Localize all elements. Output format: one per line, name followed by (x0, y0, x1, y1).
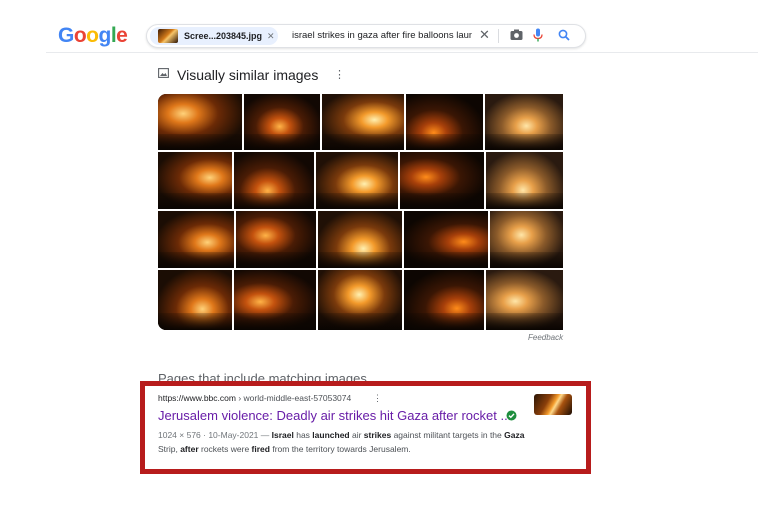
result-url[interactable]: https://www.bbc.com › world-middle-east-… (158, 393, 351, 404)
skyline-silhouette (244, 134, 320, 150)
result-more-icon[interactable]: ⋮ (373, 393, 382, 404)
snippet-fragment: strikes (363, 430, 392, 440)
skyline-silhouette (322, 134, 404, 150)
logo-letter: o (73, 24, 87, 47)
section-title-similar: Visually similar images (177, 67, 319, 83)
similar-image-tile[interactable] (318, 211, 402, 268)
logo-letter: G (58, 24, 74, 47)
skyline-silhouette (486, 313, 563, 330)
similar-image-tile[interactable] (158, 270, 232, 330)
similar-image-tile[interactable] (318, 270, 402, 330)
image-query-chip[interactable]: Scree...203845.jpg ✕ (150, 27, 278, 45)
skyline-silhouette (158, 252, 234, 268)
similar-image-tile[interactable] (158, 152, 232, 209)
similar-image-tile[interactable] (486, 270, 563, 330)
skyline-silhouette (485, 134, 563, 150)
skyline-silhouette (406, 134, 483, 150)
similar-image-tile[interactable] (322, 94, 404, 150)
similar-image-tile[interactable] (158, 94, 242, 150)
logo-letter: e (116, 24, 128, 47)
similar-image-tile[interactable] (158, 211, 234, 268)
similar-image-tile[interactable] (400, 152, 484, 209)
skyline-silhouette (158, 313, 232, 330)
snippet-fragment: Gaza (504, 430, 525, 440)
similar-image-tile[interactable] (485, 94, 563, 150)
similar-image-tile[interactable] (316, 152, 398, 209)
more-options-icon[interactable]: ⋮ (334, 66, 345, 84)
similar-image-tile[interactable] (486, 152, 563, 209)
logo-letter: o (86, 24, 99, 47)
header-divider (46, 52, 758, 53)
search-bar[interactable]: Scree...203845.jpg ✕ israel strikes in g… (146, 24, 586, 48)
similar-images-grid (158, 94, 571, 330)
skyline-silhouette (234, 193, 314, 209)
logo-letter: g (98, 24, 112, 47)
result-url-domain: https://www.bbc.com (158, 393, 236, 403)
snippet-fragment: after (180, 444, 199, 454)
search-icon[interactable] (558, 29, 570, 41)
skyline-silhouette (236, 252, 316, 268)
google-logo[interactable]: Google (58, 24, 128, 48)
skyline-silhouette (316, 193, 398, 209)
similar-image-tile[interactable] (244, 94, 320, 150)
skyline-silhouette (318, 313, 402, 330)
close-icon[interactable]: ✕ (479, 27, 490, 43)
skyline-silhouette (158, 193, 232, 209)
similar-image-tile[interactable] (490, 211, 563, 268)
image-icon (158, 68, 169, 78)
skyline-silhouette (234, 313, 316, 330)
skyline-silhouette (318, 252, 402, 268)
feedback-link[interactable]: Feedback (528, 333, 563, 343)
remove-image-icon[interactable]: ✕ (267, 29, 275, 43)
result-title-link[interactable]: Jerusalem violence: Deadly air strikes h… (158, 407, 511, 424)
result-meta: 1024 × 576 · 10-May-2021 — (158, 430, 272, 440)
snippet-fragment: against militant targets in the (391, 430, 505, 440)
similar-image-tile[interactable] (404, 270, 484, 330)
mic-icon[interactable] (533, 28, 543, 42)
result-thumbnail[interactable] (534, 394, 572, 415)
camera-icon[interactable] (510, 29, 523, 41)
similar-image-tile[interactable] (234, 270, 316, 330)
similar-image-tile[interactable] (406, 94, 483, 150)
similar-image-tile[interactable] (236, 211, 316, 268)
snippet-fragment: Israel (271, 430, 294, 440)
result-snippet: 1024 × 576 · 10-May-2021 — Israel has la… (158, 428, 530, 456)
result-url-path: › world-middle-east-57053074 (235, 393, 352, 403)
image-chip-label: Scree...203845.jpg (184, 31, 263, 41)
skyline-silhouette (486, 193, 563, 209)
snippet-fragment: rockets were (198, 444, 252, 454)
snippet-fragment: has (293, 430, 313, 440)
snippet-fragment: air (349, 430, 364, 440)
verified-check-icon (506, 410, 517, 421)
skyline-silhouette (490, 252, 563, 268)
skyline-silhouette (404, 313, 484, 330)
snippet-fragment: from the territory towards Jerusalem. (269, 444, 411, 454)
snippet-fragment: launched (312, 430, 350, 440)
snippet-fragment: fired (251, 444, 270, 454)
skyline-silhouette (158, 134, 242, 150)
skyline-silhouette (404, 252, 488, 268)
snippet-fragment: Strip, (158, 444, 181, 454)
query-image-thumbnail (158, 29, 178, 43)
search-input[interactable]: israel strikes in gaza after fire balloo… (292, 29, 472, 43)
similar-image-tile[interactable] (234, 152, 314, 209)
similar-image-tile[interactable] (404, 211, 488, 268)
skyline-silhouette (400, 193, 484, 209)
search-divider (498, 29, 499, 43)
